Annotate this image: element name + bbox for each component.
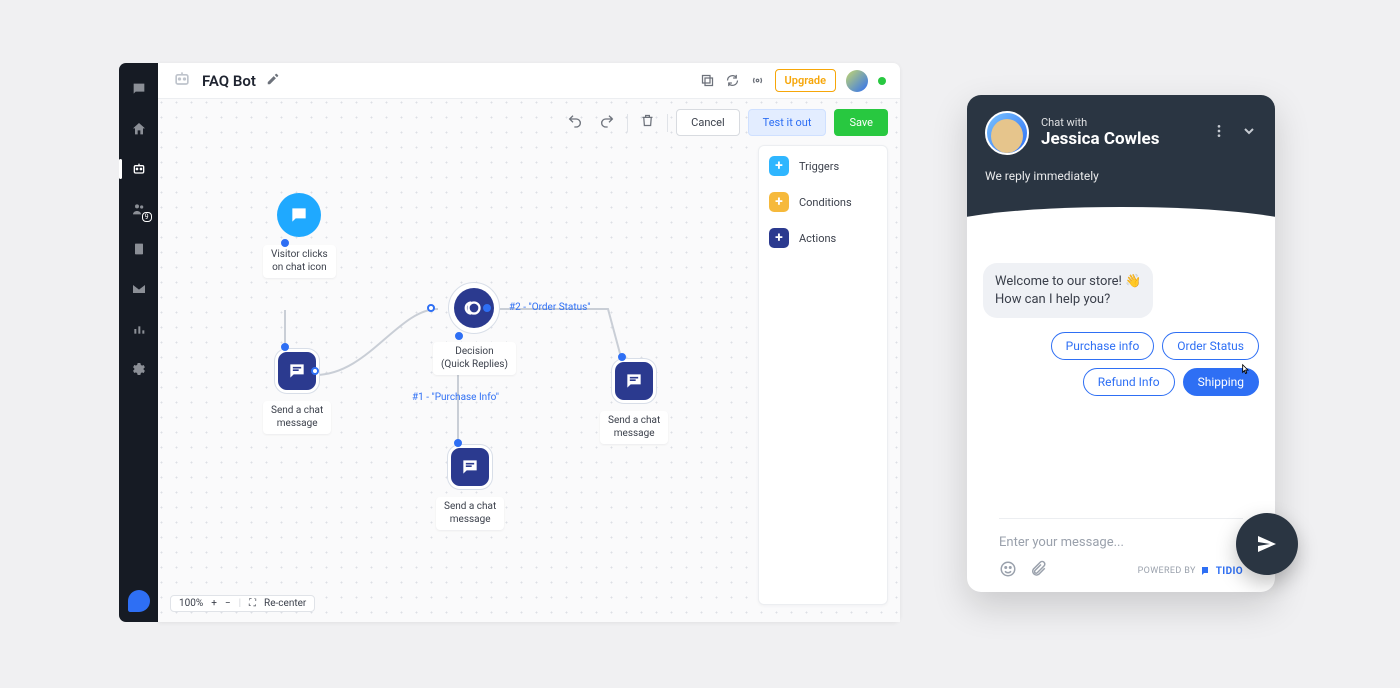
plus-icon: +: [769, 156, 789, 176]
chat-widget: Chat with Jessica Cowles We reply immedi…: [967, 95, 1275, 592]
flow-editor: FAQ Bot Upgrade Cancel Test it out Save …: [158, 63, 900, 622]
undo-icon[interactable]: [563, 111, 587, 135]
decision-icon: [448, 282, 500, 334]
node-label: Send a chatmessage: [436, 497, 504, 530]
zoom-controls: 100% + − | ⛶ Re-center: [170, 595, 315, 612]
recenter-button[interactable]: Re-center: [264, 598, 306, 609]
node-label: Visitor clickson chat icon: [263, 245, 336, 278]
canvas-actionbar: Cancel Test it out Save: [563, 109, 888, 136]
emoji-icon[interactable]: [999, 560, 1017, 582]
zoom-out-button[interactable]: −: [225, 598, 231, 609]
send-button[interactable]: [1236, 513, 1298, 575]
bot-icon: [172, 69, 192, 93]
palette-actions[interactable]: + Actions: [769, 228, 877, 248]
recenter-icon: ⛶: [249, 598, 256, 609]
operator-avatar: [985, 111, 1029, 155]
minimize-icon[interactable]: [1241, 123, 1257, 143]
chat-body: Welcome to our store! 👋How can I help yo…: [967, 229, 1275, 592]
plus-icon: +: [769, 192, 789, 212]
attachment-icon[interactable]: [1029, 560, 1047, 582]
bot-title: FAQ Bot: [202, 72, 256, 90]
zoom-in-button[interactable]: +: [211, 598, 217, 609]
upgrade-button[interactable]: Upgrade: [775, 69, 836, 92]
sidebar-badge: 9: [142, 212, 152, 222]
more-icon[interactable]: [1211, 123, 1227, 143]
quick-reply-order-status[interactable]: Order Status: [1162, 332, 1259, 360]
topbar: FAQ Bot Upgrade: [158, 63, 900, 99]
canvas-wrap: Cancel Test it out Save + Triggers + Con…: [158, 99, 900, 622]
palette-label: Actions: [799, 232, 836, 245]
node-action-3[interactable]: Send a chatmessage: [600, 359, 668, 444]
sidebar-item-analytics[interactable]: [130, 320, 148, 338]
node-action-1[interactable]: Send a chatmessage: [263, 349, 331, 434]
operator-name: Jessica Cowles: [1041, 129, 1159, 149]
sidebar-logo: [128, 590, 150, 612]
chat-bubble-icon: [277, 193, 321, 237]
quick-replies: Purchase info Order Status Refund Info S…: [983, 332, 1259, 396]
sidebar-item-bots[interactable]: [130, 160, 148, 178]
palette-conditions[interactable]: + Conditions: [769, 192, 877, 212]
quick-reply-shipping[interactable]: Shipping: [1183, 368, 1259, 396]
chat-input-area: POWERED BY TIDIO: [999, 518, 1243, 592]
templates-icon[interactable]: [700, 73, 715, 88]
sidebar-item-inbox[interactable]: [130, 280, 148, 298]
message-icon: [612, 359, 656, 403]
cancel-button[interactable]: Cancel: [676, 109, 739, 136]
online-indicator: [878, 77, 886, 85]
node-decision[interactable]: Decision(Quick Replies): [433, 282, 516, 375]
reply-time: We reply immediately: [985, 169, 1257, 183]
chat-with-label: Chat with: [1041, 116, 1159, 129]
quick-reply-refund[interactable]: Refund Info: [1083, 368, 1175, 396]
node-trigger[interactable]: Visitor clickson chat icon: [263, 193, 336, 278]
palette-triggers[interactable]: + Triggers: [769, 156, 877, 176]
app-sidebar: 9: [119, 63, 158, 622]
message-icon: [448, 445, 492, 489]
trash-icon[interactable]: [636, 111, 659, 134]
edge-label-2: #2 - "Order Status": [509, 302, 591, 313]
node-action-2[interactable]: Send a chatmessage: [436, 445, 504, 530]
rename-icon[interactable]: [266, 71, 280, 90]
plus-icon: +: [769, 228, 789, 248]
broadcast-icon[interactable]: [750, 73, 765, 88]
node-label: Send a chatmessage: [263, 401, 331, 434]
palette-label: Triggers: [799, 160, 839, 173]
sidebar-item-chat[interactable]: [130, 80, 148, 98]
chat-message-input[interactable]: [999, 535, 1243, 550]
test-button[interactable]: Test it out: [748, 109, 827, 136]
save-button[interactable]: Save: [834, 109, 888, 136]
powered-by: POWERED BY TIDIO: [1138, 565, 1243, 577]
bot-message: Welcome to our store! 👋How can I help yo…: [983, 263, 1153, 318]
palette-panel: + Triggers + Conditions + Actions: [758, 145, 888, 605]
sidebar-item-home[interactable]: [130, 120, 148, 138]
edge-label-1: #1 - "Purchase Info": [412, 392, 499, 403]
quick-reply-purchase[interactable]: Purchase info: [1051, 332, 1155, 360]
zoom-level: 100%: [179, 598, 203, 609]
sidebar-item-company[interactable]: [130, 240, 148, 258]
refresh-icon[interactable]: [725, 73, 740, 88]
palette-label: Conditions: [799, 196, 852, 209]
chat-header: Chat with Jessica Cowles We reply immedi…: [967, 95, 1275, 229]
sidebar-item-settings[interactable]: [130, 360, 148, 378]
node-label: Send a chatmessage: [600, 411, 668, 444]
redo-icon[interactable]: [595, 111, 619, 135]
user-avatar[interactable]: [846, 70, 868, 92]
node-label: Decision(Quick Replies): [433, 342, 516, 375]
